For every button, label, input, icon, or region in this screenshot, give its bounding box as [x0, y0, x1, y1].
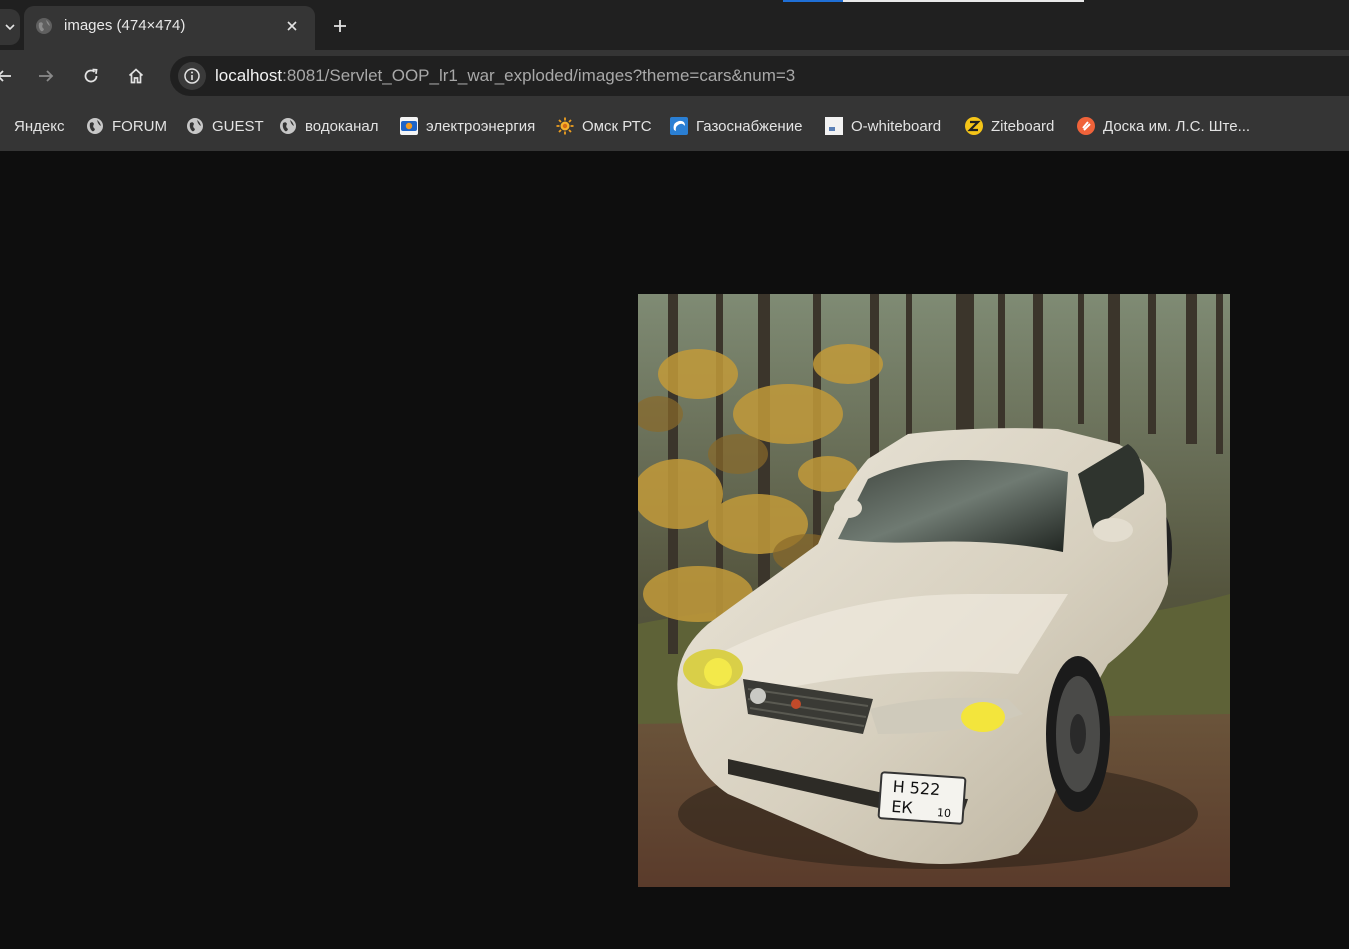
reload-button[interactable]	[77, 62, 105, 90]
bookmark-label: Омск РТС	[582, 117, 652, 135]
yandex-icon	[0, 117, 6, 135]
sun-icon	[556, 117, 574, 135]
document-icon	[825, 117, 843, 135]
car-image: Н 522 ЕК 10	[638, 294, 1230, 887]
bookmarks-bar: Яндекс FORUM GUEST водоканал электроэнер…	[0, 101, 1349, 151]
browser-toolbar: localhost:8081/Servlet_OOP_lr1_war_explo…	[0, 50, 1349, 101]
arrow-left-icon	[0, 70, 11, 82]
url-host: localhost	[215, 66, 283, 85]
bookmark-guest[interactable]: GUEST	[186, 115, 264, 137]
bookmark-label: O-whiteboard	[851, 117, 942, 135]
bookmark-electricity[interactable]: электроэнергия	[400, 115, 535, 137]
bookmark-ziteboard[interactable]: Ziteboard	[965, 115, 1054, 137]
tab-title: images (474×474)	[64, 17, 186, 34]
address-bar[interactable]: localhost:8081/Servlet_OOP_lr1_war_explo…	[170, 56, 1349, 96]
plate-line-1: Н 522	[892, 777, 941, 799]
globe-icon	[187, 118, 203, 134]
omsk-energy-icon	[400, 117, 418, 135]
bookmark-gas[interactable]: Газоснабжение	[670, 115, 802, 137]
globe-icon	[87, 118, 103, 134]
bookmark-board[interactable]: Доска им. Л.С. Ште...	[1077, 115, 1250, 137]
new-tab-button[interactable]	[327, 13, 353, 39]
bookmark-label: GUEST	[212, 117, 264, 135]
orange-board-icon	[1077, 117, 1095, 135]
bookmark-label: Яндекс	[14, 117, 65, 135]
bookmark-label: водоканал	[305, 117, 379, 135]
globe-icon	[280, 118, 296, 134]
car-photo-illustration: Н 522 ЕК 10	[638, 294, 1230, 887]
bookmark-label: Доска им. Л.С. Ште...	[1103, 117, 1251, 135]
bookmark-omsk-rts[interactable]: Омск РТС	[556, 115, 652, 137]
bookmark-label: FORUM	[112, 117, 167, 135]
forward-button[interactable]	[32, 62, 60, 90]
active-tab[interactable]: images (474×474)	[24, 6, 315, 50]
home-icon	[128, 68, 144, 84]
bookmark-forum[interactable]: FORUM	[86, 115, 167, 137]
chevron-down-icon	[5, 24, 15, 31]
accent-indicator	[843, 0, 1084, 2]
bookmark-label: Ziteboard	[991, 117, 1055, 135]
url-text[interactable]: localhost:8081/Servlet_OOP_lr1_war_explo…	[215, 66, 795, 86]
bookmark-vodokanal[interactable]: водоканал	[279, 115, 379, 137]
plate-line-2: ЕК	[891, 797, 914, 817]
tab-close-button[interactable]	[281, 15, 303, 37]
site-info-button[interactable]	[178, 62, 206, 90]
bookmark-yandex[interactable]: Яндекс	[0, 115, 64, 137]
back-button[interactable]	[0, 62, 18, 90]
home-button[interactable]	[122, 62, 150, 90]
tab-strip: images (474×474)	[0, 0, 1349, 50]
plus-icon	[334, 20, 346, 32]
gas-icon	[670, 117, 688, 135]
close-icon	[287, 21, 297, 31]
globe-icon	[36, 18, 52, 34]
url-path: :8081/Servlet_OOP_lr1_war_exploded/image…	[282, 66, 796, 85]
arrow-right-icon	[39, 70, 54, 82]
bookmark-o-whiteboard[interactable]: O-whiteboard	[825, 115, 941, 137]
bookmark-label: Газоснабжение	[696, 117, 803, 135]
tab-search-button[interactable]	[0, 9, 20, 45]
accent-indicator	[783, 0, 843, 2]
ziteboard-icon	[965, 117, 983, 135]
info-icon	[184, 68, 200, 84]
bookmark-label: электроэнергия	[426, 117, 536, 135]
reload-icon	[84, 68, 98, 83]
plate-region: 10	[937, 806, 952, 820]
